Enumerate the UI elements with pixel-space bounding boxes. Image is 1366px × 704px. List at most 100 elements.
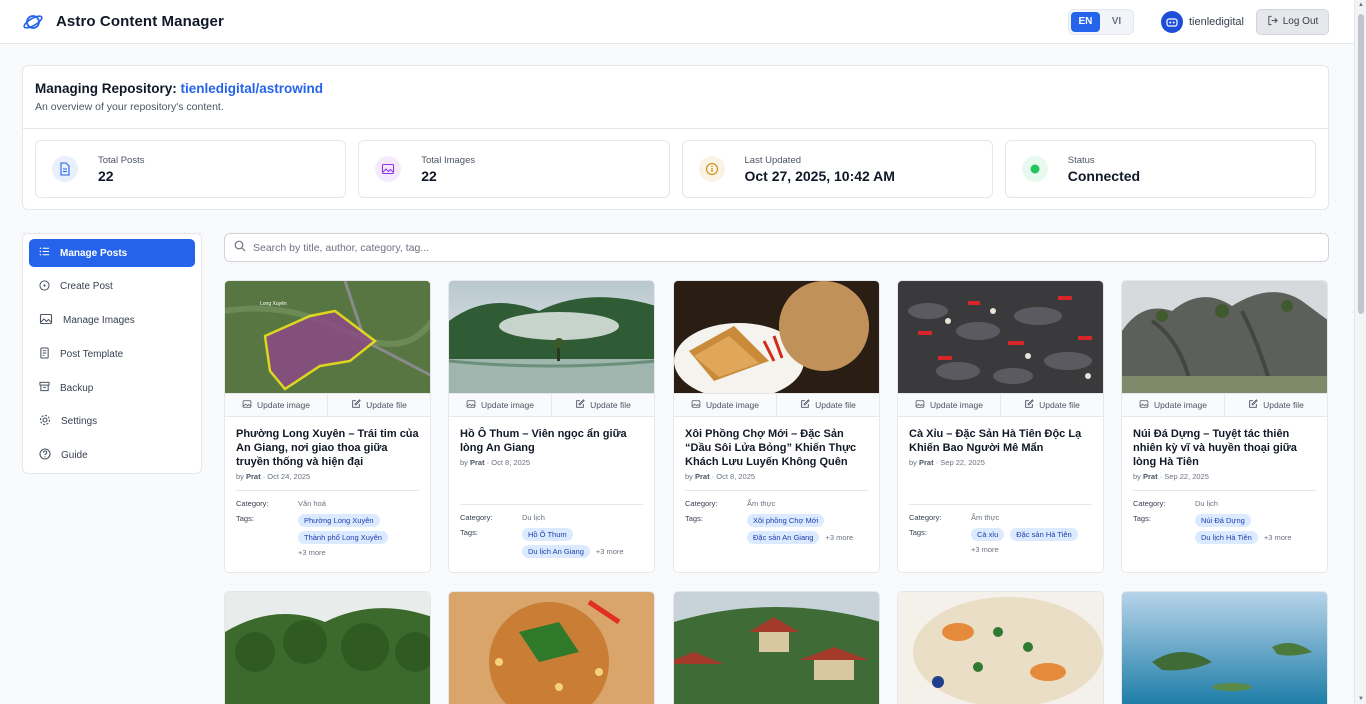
- update-image-button[interactable]: Update image: [674, 394, 776, 416]
- post-title[interactable]: Cà Xỉu – Đặc Sản Hà Tiên Độc Lạ Khiến Ba…: [909, 427, 1092, 455]
- search-input[interactable]: [253, 241, 1253, 254]
- sidebar-item-settings[interactable]: Settings: [29, 408, 195, 436]
- tags-row: Tags: Phường Long Xuyên Thành phố Long Xuy…: [236, 514, 419, 557]
- update-file-button[interactable]: Update file: [776, 394, 879, 416]
- category-value: Văn hoá: [298, 499, 326, 508]
- tag-chip[interactable]: Thành phố Long Xuyên: [298, 531, 388, 544]
- lang-vi-button[interactable]: VI: [1102, 12, 1131, 32]
- post-meta: by Prat · Oct 8, 2025: [685, 472, 756, 481]
- post-thumbnail[interactable]: Long Xuyên: [225, 281, 430, 393]
- post-body: Hồ Ô Thum – Viên ngọc ẩn giữa lòng An Gi…: [449, 417, 654, 467]
- tag-chip[interactable]: Đặc sản Hà Tiên: [1010, 528, 1078, 541]
- sidebar-item-create-post[interactable]: Create Post: [29, 273, 195, 301]
- card-actions: Update image Update file: [674, 393, 879, 417]
- tag-chip[interactable]: Đặc sản An Giang: [747, 531, 820, 544]
- post-meta: by Prat · Oct 8, 2025: [460, 458, 531, 467]
- category-value: Du lịch: [1195, 499, 1218, 508]
- sidebar-item-backup[interactable]: Backup: [29, 374, 195, 402]
- post-by: by: [236, 472, 244, 481]
- scroll-down-arrow-icon[interactable]: ▼: [1357, 696, 1365, 702]
- image-icon: [466, 399, 476, 411]
- update-image-button[interactable]: Update image: [449, 394, 551, 416]
- category-value: Ẩm thực: [747, 499, 776, 508]
- post-details: Category: Văn hoá Tags: Phường Long Xuyên Th…: [236, 490, 419, 563]
- update-file-button[interactable]: Update file: [327, 394, 430, 416]
- update-file-button[interactable]: Update file: [551, 394, 654, 416]
- update-image-button[interactable]: Update image: [898, 394, 1000, 416]
- sidebar-item-manage-images[interactable]: Manage Images: [29, 307, 195, 335]
- more-tags-count: +3 more: [298, 548, 326, 557]
- logout-button[interactable]: Log Out: [1256, 8, 1329, 35]
- tags-label: Tags:: [236, 514, 254, 523]
- scroll-thumb[interactable]: [1358, 14, 1364, 314]
- post-date: Oct 24, 2025: [267, 472, 311, 481]
- category-label: Category:: [236, 499, 269, 508]
- tag-list: Cà xỉu Đặc sản Hà Tiên +3 more: [971, 528, 1091, 554]
- stat-label: Total Posts: [98, 154, 145, 166]
- post-by: by: [1133, 472, 1141, 481]
- post-title[interactable]: Hồ Ô Thum – Viên ngọc ẩn giữa lòng An Gi…: [460, 427, 643, 455]
- tag-chip[interactable]: Hồ Ô Thum: [522, 528, 573, 541]
- update-file-button[interactable]: Update file: [1000, 394, 1103, 416]
- update-image-button[interactable]: Update image: [1122, 394, 1224, 416]
- page-scrollbar[interactable]: ▲ ▼: [1354, 0, 1366, 704]
- post-body: Phường Long Xuyên – Trái tim của An Gian…: [225, 417, 430, 481]
- category-label: Category:: [1133, 499, 1166, 508]
- update-image-button[interactable]: Update image: [225, 394, 327, 416]
- tag-list: Hồ Ô Thum Du lịch An Giang +3 more: [522, 528, 642, 558]
- post-thumbnail[interactable]: [449, 281, 654, 393]
- post-details: Category: Ẩm thực Tags: Cà xỉu Đặc sản Hà Ti…: [909, 504, 1092, 560]
- stat-card: Last Updated Oct 27, 2025, 10:42 AM: [681, 140, 993, 198]
- post-title[interactable]: Phường Long Xuyên – Trái tim của An Gian…: [236, 427, 419, 469]
- tag-chip[interactable]: Núi Đá Dựng: [1195, 514, 1251, 527]
- brand[interactable]: Astro Content Manager: [22, 11, 224, 33]
- page-subtitle: An overview of your repository's content…: [35, 101, 224, 113]
- edit-icon: [1248, 399, 1258, 411]
- tag-chip[interactable]: Du lịch Hà Tiên: [1195, 531, 1258, 544]
- update-file-button[interactable]: Update file: [1224, 394, 1327, 416]
- post-author: Prat: [470, 458, 485, 467]
- tag-chip[interactable]: Cà xỉu: [971, 528, 1005, 541]
- help-circle-icon: [39, 448, 51, 463]
- sidebar-item-label: Backup: [60, 382, 94, 394]
- search-bar: [224, 233, 1329, 262]
- post-thumbnail[interactable]: [1122, 592, 1327, 704]
- post-thumbnail[interactable]: [898, 592, 1103, 704]
- image-icon: [39, 312, 53, 329]
- post-title[interactable]: Xôi Phồng Chợ Mới – Đặc Sản “Dầu Sôi Lửa…: [685, 427, 868, 469]
- post-thumbnail[interactable]: [674, 281, 879, 393]
- sidebar-item-guide[interactable]: Guide: [29, 442, 195, 470]
- sidebar: Manage Posts Create Post Manage Images Post…: [22, 233, 202, 474]
- tag-chip[interactable]: Du lịch An Giang: [522, 545, 590, 558]
- update-image-label: Update image: [481, 400, 534, 410]
- post-thumbnail[interactable]: [898, 281, 1103, 393]
- post-meta: by Prat · Oct 24, 2025: [236, 472, 311, 481]
- tag-chip[interactable]: Phường Long Xuyên: [298, 514, 380, 527]
- update-image-label: Update image: [706, 400, 759, 410]
- planet-logo-icon: [22, 11, 44, 33]
- post-card: Update image Update file Xôi Phồng Chợ Mới…: [673, 280, 880, 573]
- post-thumbnail[interactable]: [225, 592, 430, 704]
- stat-label: Last Updated: [744, 154, 802, 166]
- stat-label: Total Images: [421, 154, 476, 166]
- scroll-up-arrow-icon[interactable]: ▲: [1357, 2, 1365, 8]
- stat-card: Total Posts 22: [35, 140, 347, 198]
- tags-label: Tags:: [1133, 514, 1151, 523]
- post-card: Update image Update file Hồ Ô Thum – Viên …: [448, 280, 655, 573]
- post-thumbnail[interactable]: [449, 592, 654, 704]
- user-menu[interactable]: tienledigital: [1160, 10, 1244, 33]
- tag-chip[interactable]: Xôi phồng Chợ Mới: [747, 514, 825, 527]
- lang-en-button[interactable]: EN: [1070, 11, 1100, 32]
- tags-row: Tags: Cà xỉu Đặc sản Hà Tiên +3 more: [909, 528, 1092, 554]
- stat-value: 22: [421, 167, 437, 184]
- sidebar-item-manage-posts[interactable]: Manage Posts: [29, 239, 195, 267]
- sidebar-item-post-template[interactable]: Post Template: [29, 340, 195, 368]
- card-actions: Update image Update file: [1122, 393, 1327, 417]
- post-by: by: [909, 458, 917, 467]
- post-thumbnail[interactable]: [674, 592, 879, 704]
- post-thumbnail[interactable]: [1122, 281, 1327, 393]
- edit-icon: [351, 399, 361, 411]
- post-title[interactable]: Núi Đá Dựng – Tuyệt tác thiên nhiên kỳ v…: [1133, 427, 1316, 469]
- page-title-prefix: Managing Repository:: [35, 81, 177, 96]
- update-image-label: Update image: [1154, 400, 1207, 410]
